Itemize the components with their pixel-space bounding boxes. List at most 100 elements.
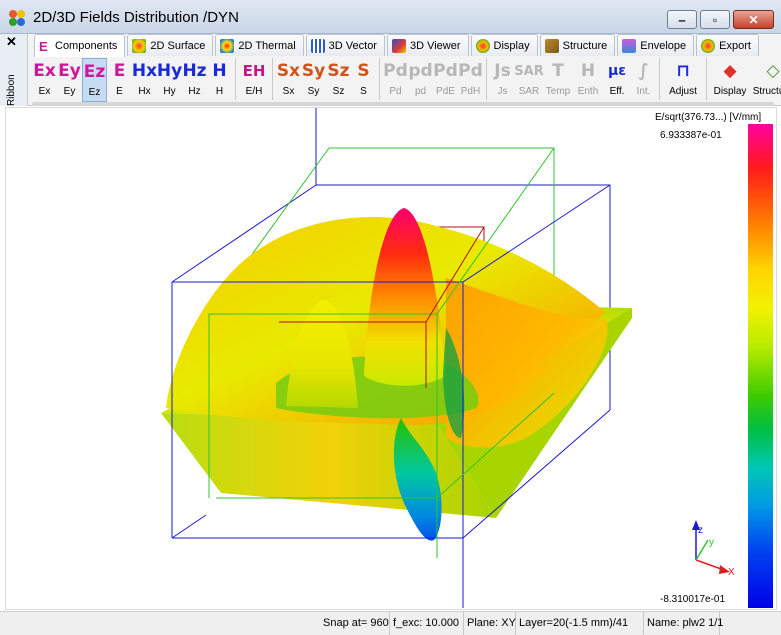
toolbar-separator xyxy=(486,58,487,100)
tool-e[interactable]: EE xyxy=(107,58,132,102)
tool-hx[interactable]: Hx Hx xyxy=(132,58,157,102)
ribbon: ✕ Ribbon E Components 2D Surface 2D Ther… xyxy=(0,34,781,106)
pde-icon: Pd xyxy=(433,61,458,81)
tool-label: Hx xyxy=(138,86,151,97)
tab-display[interactable]: Display xyxy=(470,34,538,56)
tool-label: Temp xyxy=(545,86,571,97)
minimize-icon: ‒ xyxy=(678,12,686,27)
ribbon-label: Ribbon xyxy=(6,74,17,106)
structure-icon xyxy=(544,38,559,53)
tab-label: Structure xyxy=(562,39,608,52)
tool-eh[interactable]: EH E/H xyxy=(239,58,269,102)
title-bar: 2D/3D Fields Distribution /DYN ‒ ▫ ✕ xyxy=(0,0,781,34)
toolbar-separator xyxy=(706,58,707,100)
tool-label: H xyxy=(215,86,224,97)
tab-3d-viewer[interactable]: 3D Viewer xyxy=(386,34,469,56)
tool-adjust[interactable]: ⊓ Adjust xyxy=(663,58,703,102)
enth-icon: H xyxy=(580,61,596,81)
tool-ex[interactable]: Ex Ex xyxy=(32,58,57,102)
tool-pd-lower[interactable]: pd pd xyxy=(408,58,433,102)
colorbar-title: E/sqrt(376.73...) [V/mm] xyxy=(655,112,762,123)
hy-icon: Hy xyxy=(156,61,183,81)
display-tool-icon: ◆ xyxy=(723,61,737,81)
tool-sar[interactable]: SAR SAR xyxy=(514,58,543,102)
tool-display[interactable]: ◆ Display xyxy=(710,58,750,102)
tool-label: Structure xyxy=(752,86,781,97)
h-icon: H xyxy=(212,61,227,81)
axis-x-label: X xyxy=(728,567,735,578)
tool-label: Ey xyxy=(63,86,76,97)
tab-label: 2D Thermal xyxy=(238,39,296,52)
status-bar: Snap at= 960 f_exc: 10.000 Plane: XY Lay… xyxy=(0,611,781,635)
tool-eff[interactable]: με Eff. xyxy=(603,58,631,102)
minimize-button[interactable]: ‒ xyxy=(667,10,697,29)
window-title: 2D/3D Fields Distribution /DYN xyxy=(33,9,239,26)
eh-icon: EH xyxy=(242,62,266,80)
tool-label: pd xyxy=(414,86,427,97)
export-icon xyxy=(701,38,716,53)
tool-pdh[interactable]: Pd PdH xyxy=(458,58,483,102)
hx-icon: Hx xyxy=(131,61,158,81)
s-icon: S xyxy=(357,61,370,81)
tool-ez[interactable]: Ez Ez xyxy=(82,58,107,102)
tool-label: PdE xyxy=(436,86,455,97)
toolbar-separator xyxy=(235,58,236,100)
tool-sz[interactable]: Sz Sz xyxy=(326,58,351,102)
tool-sx[interactable]: Sx Sx xyxy=(276,58,301,102)
tab-label: 3D Vector xyxy=(328,39,377,52)
tab-3d-vector[interactable]: 3D Vector xyxy=(305,34,385,56)
tool-hy[interactable]: Hy Hy xyxy=(157,58,182,102)
ribbon-close-button[interactable]: ✕ xyxy=(6,34,17,50)
field-3d-plot[interactable]: z y X xyxy=(6,108,776,609)
field-viewport[interactable]: z y X xyxy=(5,107,777,610)
tab-envelope[interactable]: Envelope xyxy=(617,34,695,56)
components-icon: E xyxy=(39,39,48,54)
tab-2d-thermal[interactable]: 2D Thermal xyxy=(215,34,304,56)
tool-label: Sz xyxy=(332,86,345,97)
tool-ey[interactable]: Ey Ey xyxy=(57,58,82,102)
ribbon-tabs: E Components 2D Surface 2D Thermal 3D Ve… xyxy=(34,34,759,57)
e-icon: E xyxy=(113,61,126,81)
close-icon: ✕ xyxy=(748,12,759,27)
tab-structure[interactable]: Structure xyxy=(539,34,616,56)
close-button[interactable]: ✕ xyxy=(733,10,774,29)
axis-triad: z y X xyxy=(692,520,735,578)
pd-lower-icon: pd xyxy=(408,61,433,81)
ribbon-scrollbar[interactable] xyxy=(32,102,774,106)
toolbar-separator xyxy=(272,58,273,100)
axis-z-label: z xyxy=(698,525,703,536)
tool-pde[interactable]: Pd PdE xyxy=(433,58,458,102)
colorbar-min: -8.310017e-01 xyxy=(660,594,726,605)
pdh-icon: Pd xyxy=(458,61,483,81)
tool-pd[interactable]: Pd Pd xyxy=(383,58,408,102)
int-icon: ∫ xyxy=(638,61,649,81)
tab-label: Export xyxy=(719,39,751,52)
temp-icon: T xyxy=(552,61,564,81)
tool-js[interactable]: Js Js xyxy=(490,58,515,102)
tab-label: 3D Viewer xyxy=(409,39,461,52)
tab-components[interactable]: E Components xyxy=(34,34,126,57)
tool-sy[interactable]: Sy Sy xyxy=(301,58,326,102)
surface-icon xyxy=(132,38,147,53)
tool-s[interactable]: SS xyxy=(351,58,376,102)
tab-2d-surface[interactable]: 2D Surface xyxy=(127,34,214,56)
sz-icon: Sz xyxy=(327,61,350,81)
tool-h[interactable]: HH xyxy=(207,58,232,102)
tool-label: Hz xyxy=(188,86,201,97)
tool-hz[interactable]: Hz Hz xyxy=(182,58,207,102)
tool-label: Adjust xyxy=(669,86,697,97)
tool-int[interactable]: ∫ Int. xyxy=(631,58,656,102)
colorbar-max: 6.933387e-01 xyxy=(660,130,722,141)
maximize-button[interactable]: ▫ xyxy=(700,10,730,29)
tool-structure[interactable]: ◇ Structure xyxy=(750,58,781,102)
colorbar xyxy=(748,124,773,608)
tool-label: Js xyxy=(497,86,508,97)
ribbon-side-panel: ✕ Ribbon xyxy=(0,34,28,106)
tool-label: Pd xyxy=(389,86,402,97)
tab-export[interactable]: Export xyxy=(696,34,759,56)
js-icon: Js xyxy=(494,61,511,81)
status-excitation: f_exc: 10.000 xyxy=(390,612,464,635)
thermal-icon xyxy=(220,38,235,53)
tool-temp[interactable]: T Temp xyxy=(543,58,573,102)
tool-enth[interactable]: H Enth xyxy=(573,58,603,102)
